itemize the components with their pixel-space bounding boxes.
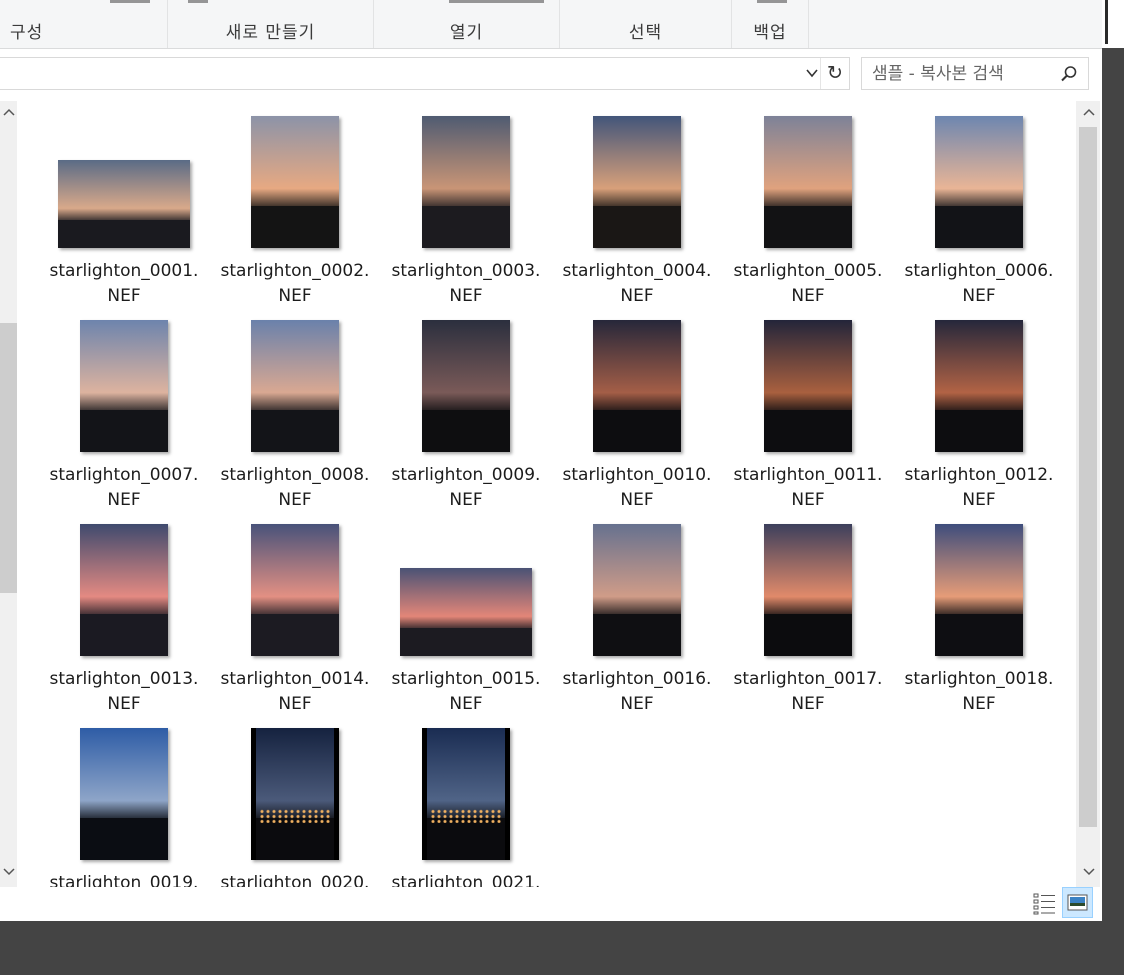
window-edge — [1102, 0, 1124, 48]
file-grid: starlighton_0001. NEF starlighton_0002. NEF… — [21, 101, 1075, 887]
file-item[interactable]: starlighton_0009. NEF — [381, 318, 551, 522]
scroll-down-icon[interactable] — [0, 865, 17, 882]
file-name: starlighton_0021.NEF — [391, 873, 541, 887]
file-thumbnail — [935, 320, 1023, 452]
file-name: starlighton_0019.NEF — [49, 873, 199, 887]
ribbon-group-label: 열기 — [449, 23, 484, 43]
ribbon-group-label: 새로 만들기 — [225, 23, 316, 43]
ribbon-group-backup: 백업 — [732, 0, 809, 48]
file-name: starlighton_0012. NEF — [904, 465, 1054, 510]
file-thumbnail — [80, 320, 168, 452]
file-thumbnail — [764, 320, 852, 452]
file-thumbnail — [58, 160, 190, 248]
file-name: starlighton_0017. NEF — [733, 669, 883, 714]
file-item[interactable]: starlighton_0015. NEF — [381, 522, 551, 726]
file-item[interactable]: starlighton_0008. NEF — [210, 318, 380, 522]
ribbon-group-select: 선택 — [560, 0, 732, 48]
ribbon: 구성 새로 만들기 열기 선택 백업 — [0, 0, 1102, 49]
file-thumbnail — [422, 320, 510, 452]
file-name: starlighton_0006. NEF — [904, 261, 1054, 306]
file-name: starlighton_0009. NEF — [391, 465, 541, 510]
file-thumbnail — [251, 116, 339, 248]
scrollbar-thumb[interactable] — [0, 323, 17, 593]
chevron-down-icon[interactable] — [805, 66, 819, 84]
address-bar[interactable]: ↻ — [0, 57, 850, 90]
file-item[interactable]: starlighton_0006. NEF — [894, 114, 1064, 318]
file-item[interactable]: starlighton_0012. NEF — [894, 318, 1064, 522]
ribbon-group-label: 선택 — [628, 23, 663, 43]
file-item[interactable]: starlighton_0003. NEF — [381, 114, 551, 318]
file-name: starlighton_0008. NEF — [220, 465, 370, 510]
file-thumbnail — [251, 524, 339, 656]
scroll-up-icon[interactable] — [0, 105, 17, 122]
ribbon-group-open: 열기 — [374, 0, 560, 48]
file-name: starlighton_0001. NEF — [49, 261, 199, 306]
file-item[interactable]: starlighton_0020.NEF — [210, 726, 380, 887]
ribbon-group-label: 구성 — [10, 23, 44, 43]
scroll-down-icon[interactable] — [1080, 865, 1097, 882]
file-item[interactable]: starlighton_0007. NEF — [39, 318, 209, 522]
file-thumbnail — [422, 728, 510, 860]
file-thumbnail — [80, 728, 168, 860]
file-item[interactable]: starlighton_0016. NEF — [552, 522, 722, 726]
file-item[interactable]: starlighton_0001. NEF — [39, 114, 209, 318]
file-name: starlighton_0003. NEF — [391, 261, 541, 306]
file-item[interactable]: starlighton_0002. NEF — [210, 114, 380, 318]
navigation-pane-scrollbar[interactable] — [0, 101, 17, 887]
search-input[interactable] — [872, 62, 1052, 86]
file-item[interactable]: starlighton_0017. NEF — [723, 522, 893, 726]
file-thumbnail — [422, 116, 510, 248]
search-icon[interactable] — [1060, 65, 1078, 83]
file-item[interactable]: starlighton_0011. NEF — [723, 318, 893, 522]
refresh-icon[interactable]: ↻ — [820, 58, 849, 89]
file-thumbnail — [80, 524, 168, 656]
file-name: starlighton_0010. NEF — [562, 465, 712, 510]
file-item[interactable]: starlighton_0019.NEF — [39, 726, 209, 887]
file-name: starlighton_0015. NEF — [391, 669, 541, 714]
file-name: starlighton_0016. NEF — [562, 669, 712, 714]
file-name: starlighton_0002. NEF — [220, 261, 370, 306]
file-thumbnail — [764, 116, 852, 248]
file-name: starlighton_0004. NEF — [562, 261, 712, 306]
scroll-up-icon[interactable] — [1080, 105, 1097, 122]
file-name: starlighton_0014. NEF — [220, 669, 370, 714]
ribbon-group-organize: 구성 — [0, 0, 168, 48]
search-box[interactable] — [861, 57, 1089, 90]
file-name: starlighton_0018. NEF — [904, 669, 1054, 714]
file-thumbnail — [935, 116, 1023, 248]
file-item[interactable]: starlighton_0013. NEF — [39, 522, 209, 726]
file-thumbnail — [593, 524, 681, 656]
file-thumbnail — [400, 568, 532, 656]
large-icons-view-icon[interactable] — [1062, 887, 1093, 918]
file-item[interactable]: starlighton_0014. NEF — [210, 522, 380, 726]
file-thumbnail — [764, 524, 852, 656]
ribbon-group-label: 백업 — [753, 23, 787, 43]
scrollbar-thumb[interactable] — [1079, 127, 1097, 827]
file-thumbnail — [593, 116, 681, 248]
details-view-icon[interactable] — [1033, 891, 1057, 915]
status-bar — [0, 887, 1102, 921]
file-item[interactable]: starlighton_0005. NEF — [723, 114, 893, 318]
content-scrollbar[interactable] — [1076, 101, 1100, 887]
file-name: starlighton_0020.NEF — [220, 873, 370, 887]
ribbon-group-new: 새로 만들기 — [168, 0, 374, 48]
file-item[interactable]: starlighton_0018. NEF — [894, 522, 1064, 726]
file-explorer-window: 구성 새로 만들기 열기 선택 백업 ↻ 샘플 - 복사본 검색 starlig… — [0, 0, 1102, 921]
file-thumbnail — [251, 728, 339, 860]
file-thumbnail — [593, 320, 681, 452]
file-name: starlighton_0013. NEF — [49, 669, 199, 714]
file-name: starlighton_0011. NEF — [733, 465, 883, 510]
file-item[interactable]: starlighton_0010. NEF — [552, 318, 722, 522]
file-item[interactable]: starlighton_0021.NEF — [381, 726, 551, 887]
file-thumbnail — [935, 524, 1023, 656]
file-thumbnail — [251, 320, 339, 452]
file-name: starlighton_0005. NEF — [733, 261, 883, 306]
file-item[interactable]: starlighton_0004. NEF — [552, 114, 722, 318]
file-name: starlighton_0007. NEF — [49, 465, 199, 510]
